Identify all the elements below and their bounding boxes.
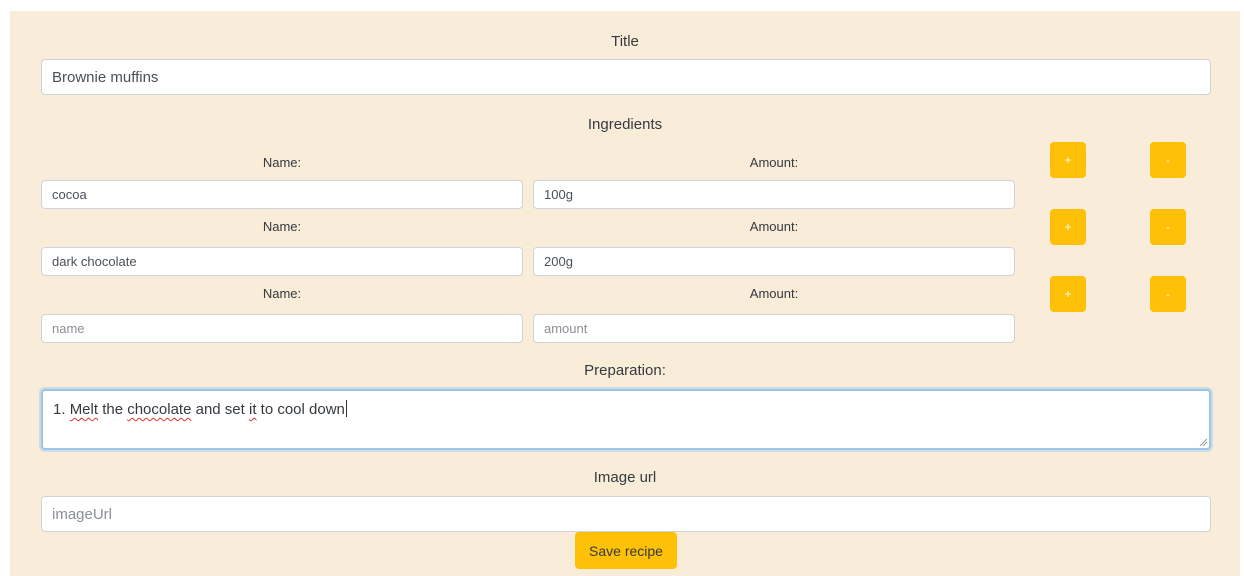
ingredient-amount-label: Amount: — [749, 155, 799, 170]
resize-grip-icon[interactable] — [1199, 438, 1207, 446]
add-ingredient-button[interactable]: + — [1050, 142, 1086, 178]
add-ingredient-button[interactable]: + — [1050, 276, 1086, 312]
ingredient-name-input[interactable] — [41, 180, 523, 209]
ingredient-amount-input[interactable] — [533, 247, 1015, 276]
preparation-label: Preparation: — [584, 362, 666, 379]
ingredient-amount-label: Amount: — [749, 219, 799, 234]
ingredient-amount-input[interactable] — [533, 180, 1015, 209]
remove-ingredient-button[interactable]: - — [1150, 276, 1186, 312]
ingredient-name-label: Name: — [262, 155, 302, 170]
ingredient-name-input[interactable] — [41, 314, 523, 343]
title-input[interactable] — [41, 59, 1211, 95]
title-label: Title — [611, 33, 639, 50]
ingredient-amount-input[interactable] — [533, 314, 1015, 343]
remove-ingredient-button[interactable]: - — [1150, 142, 1186, 178]
remove-ingredient-button[interactable]: - — [1150, 209, 1186, 245]
preparation-text: 1. Melt the chocolate and set it to cool… — [53, 401, 345, 418]
image-url-label: Image url — [593, 469, 657, 486]
preparation-textarea[interactable]: 1. Melt the chocolate and set it to cool… — [41, 389, 1211, 450]
ingredient-name-label: Name: — [262, 286, 302, 301]
text-caret — [345, 400, 347, 417]
save-recipe-button[interactable]: Save recipe — [575, 532, 677, 569]
ingredient-name-input[interactable] — [41, 247, 523, 276]
ingredient-amount-label: Amount: — [749, 286, 799, 301]
ingredients-label: Ingredients — [587, 116, 663, 133]
image-url-input[interactable] — [41, 496, 1211, 532]
ingredient-name-label: Name: — [262, 219, 302, 234]
add-ingredient-button[interactable]: + — [1050, 209, 1086, 245]
